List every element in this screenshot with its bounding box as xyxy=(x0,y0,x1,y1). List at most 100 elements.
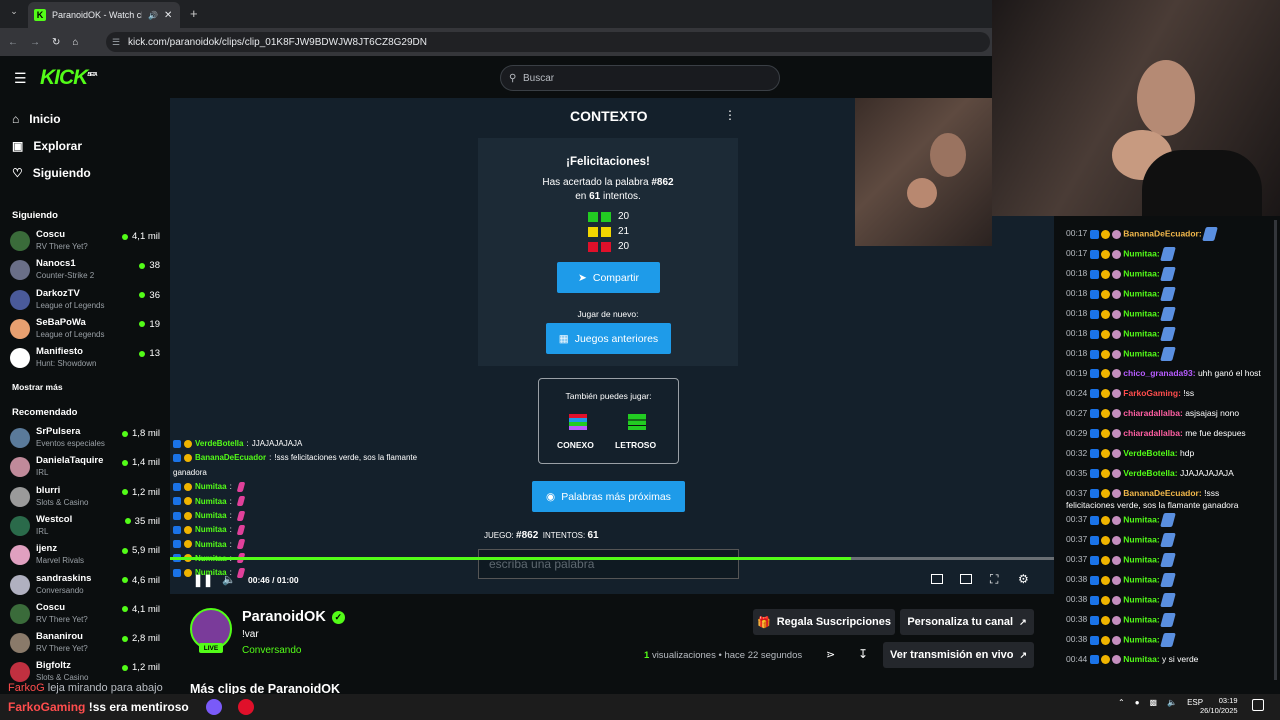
chat-username[interactable]: BananaDeEcuador: xyxy=(1123,488,1201,498)
new-tab-button[interactable]: + xyxy=(190,6,198,21)
chevron-up-icon[interactable]: ⌃ xyxy=(1118,698,1125,707)
channel-avatar xyxy=(10,428,30,448)
previous-games-button[interactable]: ▦ Juegos anteriores xyxy=(546,323,671,354)
badge-icon xyxy=(173,568,181,577)
forward-icon[interactable]: → xyxy=(30,37,40,48)
chat-username[interactable]: Numitaa: xyxy=(1123,328,1159,338)
chat-username[interactable]: Numitaa: xyxy=(1123,634,1159,644)
settings-icon[interactable]: ⚙ xyxy=(1018,572,1029,586)
badge-icon xyxy=(1090,309,1100,319)
channel-item[interactable]: Westcol IRL 35 mil xyxy=(10,514,160,542)
overlay-chat-sep: : xyxy=(269,453,272,463)
channel-item[interactable]: SrPulsera Eventos especiales 1,8 mil xyxy=(10,426,160,454)
speaker-icon[interactable]: 🔈 xyxy=(1167,698,1177,707)
clock[interactable]: 03:19 26/10/2025 xyxy=(1200,696,1238,716)
stat-square xyxy=(601,226,611,237)
kick-logo[interactable]: KICKBETA xyxy=(40,66,98,90)
chat-username[interactable]: FarkoGaming: xyxy=(1123,388,1181,398)
pause-icon[interactable]: ❚❚ xyxy=(193,573,213,587)
channel-item[interactable]: Manifiesto Hunt: Showdown 13 xyxy=(10,346,160,374)
channel-item[interactable]: Nanocs1 Counter-Strike 2 38 xyxy=(10,258,160,286)
eye-icon: ◉ xyxy=(546,490,556,503)
taskbar-app-icon[interactable] xyxy=(206,699,222,715)
sidebar-item-inicio[interactable]: ⌂ Inicio xyxy=(12,112,61,126)
sidebar-item-explorar[interactable]: ▣ Explorar xyxy=(12,139,82,153)
overlay-chat-sep: : xyxy=(229,482,232,492)
channel-item[interactable]: DarkozTV League of Legends 36 xyxy=(10,288,160,316)
chat-username[interactable]: Numitaa: xyxy=(1123,534,1159,544)
mic-icon[interactable]: ● xyxy=(1135,698,1140,707)
attempts-line: en 61 intentos. xyxy=(575,191,641,202)
chat-username[interactable]: Numitaa: xyxy=(1123,554,1159,564)
viewer-count: 4,1 mil xyxy=(132,603,160,615)
badge-icon xyxy=(1101,249,1111,259)
network-icon[interactable]: ▩ xyxy=(1150,698,1158,707)
chat-scrollbar[interactable] xyxy=(1274,220,1277,680)
chat-username[interactable]: chiaradallalba: xyxy=(1123,428,1183,438)
customize-channel-button[interactable]: Personaliza tu canal ↗ xyxy=(900,609,1034,635)
letroso-link[interactable]: LETROSO xyxy=(615,440,656,450)
notification-icon[interactable] xyxy=(1252,699,1264,711)
external-link-icon: ↗ xyxy=(1019,649,1028,660)
fullscreen-icon[interactable]: ⛶ xyxy=(990,572,998,587)
chat-username[interactable]: VerdeBotella: xyxy=(1123,448,1177,458)
tab-list-button[interactable]: ⌄ xyxy=(6,6,22,22)
share-button[interactable]: ➤ Compartir xyxy=(557,262,660,293)
share-clip-icon[interactable]: ⋗ xyxy=(826,648,835,661)
viewer-count: 13 xyxy=(149,348,160,360)
closest-words-button[interactable]: ◉ Palabras más próximas xyxy=(532,481,685,512)
stream-category[interactable]: Conversando xyxy=(242,645,301,656)
watch-live-button[interactable]: Ver transmisión en vivo ↗ xyxy=(883,642,1034,668)
chat-username[interactable]: Numitaa: xyxy=(1123,654,1159,664)
chat-username[interactable]: Numitaa: xyxy=(1123,288,1159,298)
volume-icon[interactable]: 🔈 xyxy=(222,573,236,586)
word-input[interactable]: escriba una palabra xyxy=(478,549,739,579)
show-more-link[interactable]: Mostrar más xyxy=(12,382,63,392)
download-icon[interactable]: ↧ xyxy=(858,647,868,661)
chat-username[interactable]: Numitaa: xyxy=(1123,514,1159,524)
home-icon[interactable]: ⌂ xyxy=(72,37,78,48)
channel-item[interactable]: DanielaTaquire IRL 1,4 mil xyxy=(10,455,160,483)
chat-username[interactable]: Numitaa: xyxy=(1123,348,1159,358)
chat-username[interactable]: BananaDeEcuador: xyxy=(1123,228,1201,238)
streamer-name[interactable]: ParanoidOK ✓ xyxy=(242,609,345,625)
tab-close-icon[interactable]: ✕ xyxy=(164,10,172,21)
chat-username[interactable]: Numitaa: xyxy=(1123,308,1159,318)
channel-item[interactable]: Bananirou RV There Yet? 2,8 mil xyxy=(10,631,160,659)
chat-username[interactable]: Numitaa: xyxy=(1123,594,1159,604)
chat-username[interactable]: chico_granada93: xyxy=(1123,368,1195,378)
conexo-link[interactable]: CONEXO xyxy=(557,440,594,450)
channel-item[interactable]: ijenz Marvel Rivals 5,9 mil xyxy=(10,543,160,571)
chat-username[interactable]: VerdeBotella: xyxy=(1123,468,1177,478)
browser-tab[interactable]: K ParanoidOK - Watch clips c 🔊 ✕ xyxy=(28,2,180,28)
pip-icon[interactable] xyxy=(931,574,943,584)
channel-item[interactable]: blurri Slots & Casino 1,2 mil xyxy=(10,485,160,513)
tab-audio-icon[interactable]: 🔊 xyxy=(148,11,158,20)
overlay-chat-text: !sss felicitaciones verde, sos la flaman… xyxy=(274,453,418,463)
channel-avatar xyxy=(10,260,30,281)
viewer-count: 36 xyxy=(149,289,160,301)
chat-username[interactable]: Numitaa: xyxy=(1123,248,1159,258)
chat-username[interactable]: Numitaa: xyxy=(1123,614,1159,624)
chat-username[interactable]: Numitaa: xyxy=(1123,574,1159,584)
channel-item[interactable]: sandraskins Conversando 4,6 mil xyxy=(10,573,160,601)
menu-icon[interactable]: ☰ xyxy=(14,70,27,87)
back-icon[interactable]: ← xyxy=(8,37,18,48)
chat-username[interactable]: chiaradallalba: xyxy=(1123,408,1183,418)
theater-icon[interactable] xyxy=(960,574,972,584)
search-icon: ⚲ xyxy=(509,72,517,84)
taskbar-app-icon[interactable] xyxy=(238,699,254,715)
gift-subs-button[interactable]: 🎁 Regala Suscripciones xyxy=(753,609,895,635)
chat-timestamp: 00:18 xyxy=(1066,348,1088,359)
sidebar-item-siguiendo[interactable]: ♡ Siguiendo xyxy=(12,166,91,180)
reload-icon[interactable]: ↻ xyxy=(52,37,60,48)
channel-item[interactable]: Coscu RV There Yet? 4,1 mil xyxy=(10,602,160,630)
live-dot-icon xyxy=(139,262,146,269)
chat-username[interactable]: Numitaa: xyxy=(1123,268,1159,278)
channel-item[interactable]: Coscu RV There Yet? 4,1 mil xyxy=(10,229,160,257)
search-input[interactable]: ⚲ Buscar xyxy=(500,65,780,91)
channel-avatar xyxy=(10,457,30,478)
channel-item[interactable]: SeBaPoWa League of Legends 19 xyxy=(10,317,160,345)
url-field[interactable]: ☰ kick.com/paranoidok/clips/clip_01K8FJW… xyxy=(106,32,990,52)
site-info-icon[interactable]: ☰ xyxy=(112,37,120,48)
